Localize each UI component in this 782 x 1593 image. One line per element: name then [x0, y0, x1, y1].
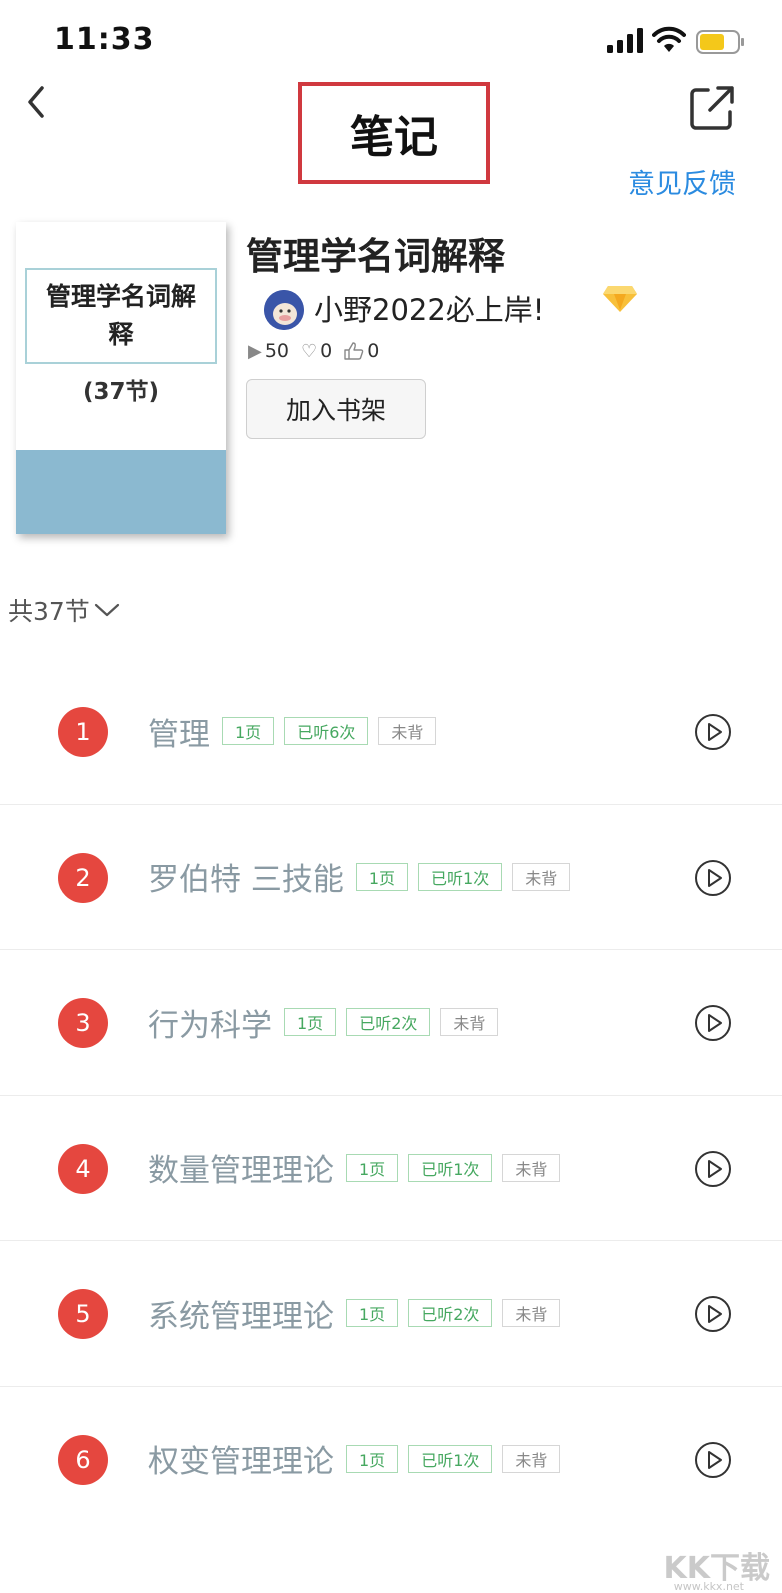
avatar-image: [264, 290, 304, 330]
item-content: 罗伯特 三技能 1页 已听1次 未背: [148, 855, 571, 899]
page-count-tag: 1页: [355, 862, 409, 891]
list-item[interactable]: 4 数量管理理论 1页 已听1次 未背: [0, 1096, 782, 1241]
section-count-label: 共37节: [8, 597, 90, 626]
feedback-link[interactable]: 意见反馈: [628, 162, 736, 201]
item-title: 权变管理理论: [148, 1444, 334, 1480]
play-icon[interactable]: [694, 1295, 732, 1333]
play-icon[interactable]: [694, 1004, 732, 1042]
play-count-value: 50: [264, 340, 290, 362]
item-title: 系统管理理论: [148, 1298, 334, 1335]
item-number: 6: [58, 1434, 108, 1485]
page-count-tag: 1页: [346, 1444, 399, 1473]
item-content: 行为科学 1页 已听2次 未背: [148, 1000, 499, 1044]
wifi-icon: [652, 26, 686, 52]
like-count[interactable]: ♡ 0: [301, 340, 332, 362]
thumb-count[interactable]: 0: [344, 340, 379, 362]
status-bar: 11:33: [0, 0, 782, 80]
book-cover[interactable]: 管理学名词解释 (37节): [16, 222, 226, 534]
book-title: 管理学名词解释: [246, 235, 505, 278]
item-title: 行为科学: [148, 1007, 272, 1044]
item-content: 权变管理理论 1页 已听1次 未背: [148, 1437, 561, 1481]
item-number: 1: [58, 707, 108, 757]
list-item[interactable]: 3 行为科学 1页 已听2次 未背: [0, 950, 782, 1096]
play-count: ▶ 50: [248, 340, 289, 362]
page-count-tag: 1页: [222, 717, 275, 745]
page-title: 笔记: [350, 112, 438, 163]
memorized-tag: 未背: [502, 1299, 561, 1327]
item-title: 数量管理理论: [148, 1153, 334, 1189]
listened-tag: 已听6次: [284, 717, 369, 745]
section-list: 1 管理 1页 已听6次 未背 2 罗伯特 三技能 1页 已听1次 未背 3 行…: [0, 659, 782, 1532]
listened-tag: 已听1次: [408, 1153, 493, 1182]
cover-strip: [16, 450, 226, 534]
thumb-count-value: 0: [367, 340, 380, 362]
list-item[interactable]: 2 罗伯特 三技能 1页 已听1次 未背: [0, 805, 782, 950]
page-title-box: 笔记: [298, 82, 490, 184]
cover-section-count: (37节): [82, 379, 160, 405]
item-title: 管理: [148, 716, 210, 753]
heart-icon: ♡: [301, 340, 318, 362]
play-icon[interactable]: [694, 859, 732, 897]
cover-title: 管理学名词解释: [45, 282, 196, 349]
cover-title-box: 管理学名词解释: [25, 268, 217, 364]
play-count-icon: ▶: [248, 340, 262, 362]
back-button[interactable]: [18, 82, 54, 122]
share-icon[interactable]: [688, 84, 736, 132]
page-count-tag: 1页: [346, 1299, 399, 1327]
play-icon[interactable]: [694, 1441, 732, 1479]
author-name[interactable]: 小野2022必上岸!: [314, 287, 544, 329]
chevron-down-icon: [94, 603, 119, 617]
listened-tag: 已听2次: [408, 1299, 493, 1327]
item-number: 2: [58, 852, 108, 903]
status-time: 11:33: [54, 22, 155, 57]
battery-icon: [696, 30, 744, 54]
item-content: 数量管理理论 1页 已听1次 未背: [148, 1146, 561, 1190]
page-count-tag: 1页: [284, 1008, 337, 1036]
avatar[interactable]: [264, 290, 304, 330]
watermark-url: www.kkx.net: [673, 1580, 744, 1593]
add-to-shelf-button[interactable]: 加入书架: [246, 379, 426, 439]
item-content: 系统管理理论 1页 已听2次 未背: [148, 1291, 561, 1335]
like-count-value: 0: [320, 340, 333, 362]
play-icon[interactable]: [694, 1150, 732, 1188]
listened-tag: 已听2次: [346, 1008, 431, 1036]
item-number: 5: [58, 1289, 108, 1339]
thumbs-up-icon: [344, 342, 364, 360]
page-count-tag: 1页: [346, 1153, 399, 1182]
memorized-tag: 未背: [502, 1444, 561, 1473]
section-count-toggle[interactable]: 共37节: [8, 592, 120, 628]
item-number: 4: [58, 1143, 108, 1194]
play-icon[interactable]: [694, 713, 732, 751]
memorized-tag: 未背: [502, 1153, 561, 1182]
book-stats: ▶ 50 ♡ 0 0: [248, 340, 379, 362]
item-content: 管理 1页 已听6次 未背: [148, 709, 437, 753]
item-title: 罗伯特 三技能: [148, 862, 344, 898]
cellular-signal-icon: [607, 28, 643, 53]
memorized-tag: 未背: [512, 862, 571, 891]
memorized-tag: 未背: [440, 1008, 499, 1036]
item-number: 3: [58, 998, 108, 1048]
list-item[interactable]: 5 系统管理理论 1页 已听2次 未背: [0, 1241, 782, 1387]
listened-tag: 已听1次: [418, 862, 503, 891]
list-item[interactable]: 6 权变管理理论 1页 已听1次 未背: [0, 1387, 782, 1533]
diamond-icon: [603, 286, 637, 312]
memorized-tag: 未背: [378, 717, 437, 745]
listened-tag: 已听1次: [408, 1444, 493, 1473]
list-item[interactable]: 1 管理 1页 已听6次 未背: [0, 659, 782, 805]
